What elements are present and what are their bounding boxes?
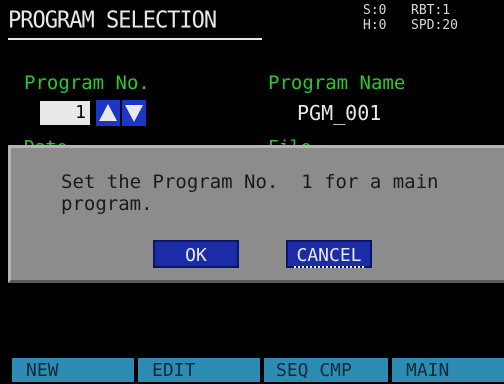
triangle-up-icon	[99, 104, 117, 121]
cancel-button-label: CANCEL	[294, 245, 364, 268]
fkey-edit[interactable]: EDIT	[138, 358, 260, 382]
hidden-field-label-right: File	[268, 137, 311, 145]
dialog-message: Set the Program No. 1 for a main program…	[61, 171, 439, 215]
program-no-label: Program No.	[24, 72, 150, 94]
title-underline	[8, 38, 262, 40]
status-indicator-sh: S:0 H:0	[363, 3, 386, 33]
teach-pendant-screen: PROGRAM SELECTION S:0 H:0 RBT:1 SPD:20 P…	[0, 0, 504, 382]
status-spd: SPD:20	[411, 18, 458, 33]
hidden-field-label-left: Date	[24, 137, 67, 145]
status-h: H:0	[363, 18, 387, 33]
status-rbt: RBT:1	[411, 3, 451, 18]
status-indicator-rbt-spd: RBT:1 SPD:20	[411, 3, 458, 33]
status-s: S:0	[363, 3, 387, 18]
triangle-down-icon	[125, 105, 143, 122]
screen-title: PROGRAM SELECTION	[8, 7, 217, 34]
title-bar: PROGRAM SELECTION S:0 H:0 RBT:1 SPD:20	[0, 0, 504, 42]
ok-button[interactable]: OK	[153, 240, 239, 268]
program-name-label: Program Name	[268, 72, 406, 94]
fkey-seq-cmp[interactable]: SEQ CMP	[264, 358, 388, 382]
function-key-bar: NEW EDIT SEQ CMP MAIN	[0, 358, 504, 382]
program-no-input[interactable]: 1	[40, 101, 90, 125]
decrement-arrow-button[interactable]	[122, 100, 146, 126]
confirm-dialog: Set the Program No. 1 for a main program…	[8, 145, 504, 283]
fkey-main[interactable]: MAIN	[392, 358, 504, 382]
fkey-new[interactable]: NEW	[12, 358, 134, 382]
cancel-button[interactable]: CANCEL	[286, 240, 372, 268]
increment-arrow-button[interactable]	[96, 100, 120, 126]
program-name-value: PGM_001	[297, 101, 382, 125]
